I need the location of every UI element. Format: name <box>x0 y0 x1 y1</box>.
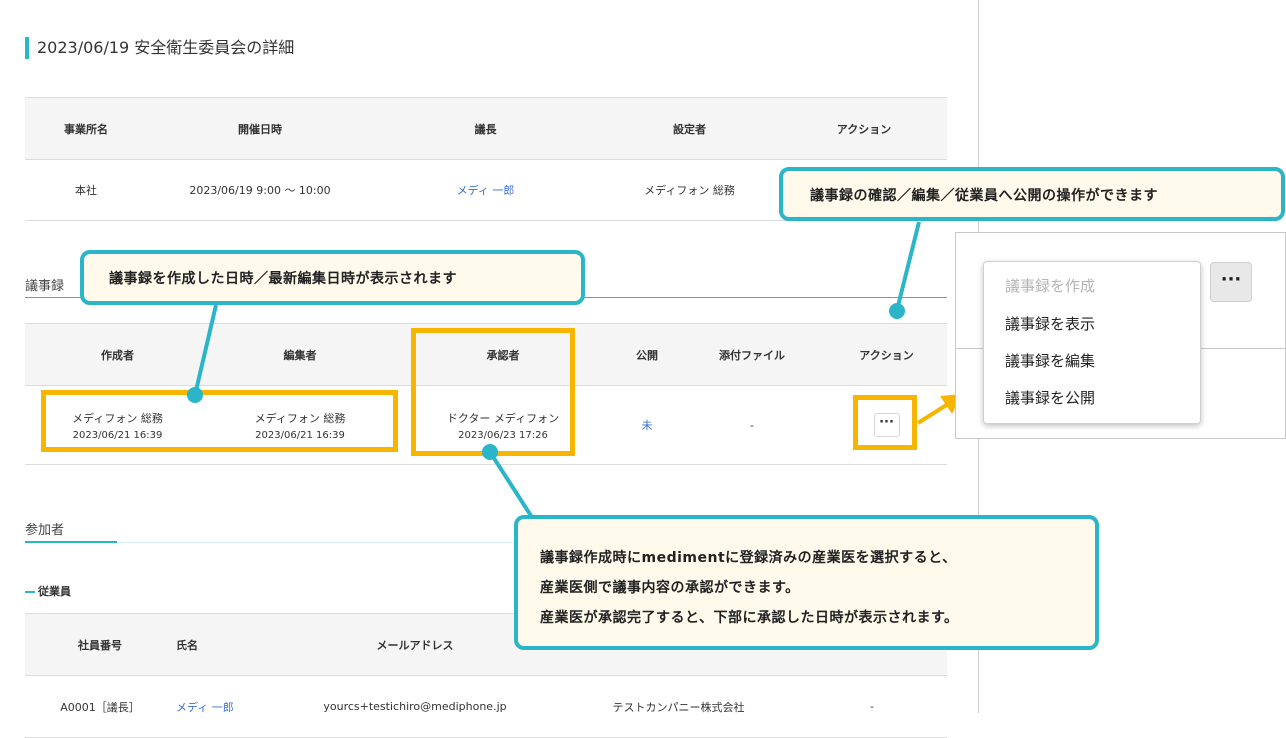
callout-dates-text: 議事録を作成した日時／最新編集日時が表示されます <box>109 271 457 287</box>
menu-item-edit-minutes[interactable]: 議事録を編集 <box>1005 350 1095 371</box>
callout-approver-line-2: 産業医側で議事内容の承認ができます。 <box>540 580 800 596</box>
connector-dot-dates <box>187 387 203 403</box>
callout-approver: 議事録作成時にmedimentに登録済みの産業医を選択すると、 産業医側で議事内… <box>514 515 1099 650</box>
callout-approver-line-3: 産業医が承認完了すると、下部に承認した日時が表示されます。 <box>540 610 959 626</box>
menu-item-create-minutes: 議事録を作成 <box>1005 277 1096 295</box>
menu-item-view-minutes[interactable]: 議事録を表示 <box>1005 313 1095 334</box>
connector-dot-actions <box>889 303 905 319</box>
connector-dot-approver <box>482 444 498 460</box>
action-dropdown-menu: 議事録を作成 議事録を表示 議事録を編集 議事録を公開 <box>983 261 1201 424</box>
callout-actions: 議事録の確認／編集／従業員へ公開の操作ができます <box>779 167 1285 221</box>
callout-dates: 議事録を作成した日時／最新編集日時が表示されます <box>80 250 585 305</box>
connector-dates <box>193 304 218 396</box>
callout-actions-text: 議事録の確認／編集／従業員へ公開の操作ができます <box>810 188 1158 204</box>
action-menu-toggle-button[interactable]: ··· <box>1210 262 1252 302</box>
callout-approver-line-1: 議事録作成時にmedimentに登録済みの産業医を選択すると、 <box>540 550 957 566</box>
menu-item-publish-minutes[interactable]: 議事録を公開 <box>1005 387 1095 408</box>
arrow-shaft <box>916 402 950 425</box>
connector-actions <box>895 221 921 311</box>
connector-approver <box>488 450 537 524</box>
